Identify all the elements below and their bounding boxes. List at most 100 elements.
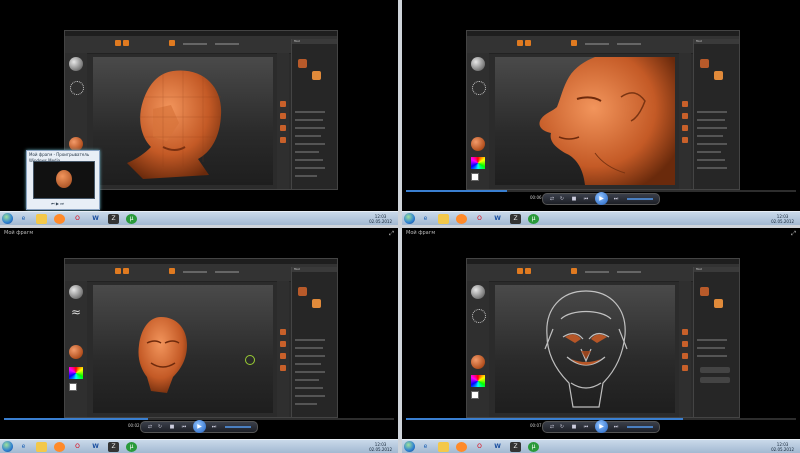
next-icon[interactable]: ⏭: [613, 196, 619, 202]
volume-slider[interactable]: [627, 198, 653, 200]
main-color-swatch[interactable]: [69, 383, 77, 391]
opera-icon[interactable]: O: [72, 442, 83, 452]
tool-thumbnail[interactable]: [312, 71, 321, 80]
fullscreen-icon[interactable]: ⤢: [791, 228, 796, 239]
volume-slider[interactable]: [627, 426, 653, 428]
start-button[interactable]: [404, 213, 415, 224]
volume-slider[interactable]: [225, 426, 251, 428]
edit-button[interactable]: [115, 40, 121, 46]
color-picker[interactable]: [69, 367, 83, 379]
subtool-menu[interactable]: [295, 111, 325, 113]
ie-icon[interactable]: e: [18, 442, 29, 452]
viewport-canvas[interactable]: [495, 57, 675, 185]
export-menu[interactable]: [295, 403, 317, 405]
ie-icon[interactable]: e: [420, 442, 431, 452]
scale-button[interactable]: [280, 101, 286, 107]
explorer-icon[interactable]: [36, 214, 47, 224]
display-properties-menu[interactable]: [697, 167, 727, 169]
material-sphere-icon[interactable]: [471, 355, 485, 369]
color-picker[interactable]: [471, 157, 485, 169]
word-icon[interactable]: W: [90, 214, 101, 224]
polyframe-button[interactable]: [682, 365, 688, 371]
taskbar-clock[interactable]: 12:03 02.05.2012: [771, 214, 794, 224]
stop-icon[interactable]: ■: [571, 424, 577, 430]
draw-size-slider[interactable]: [215, 271, 239, 273]
utorrent-icon[interactable]: µ: [126, 442, 137, 452]
taskbar-clock[interactable]: 12:03 02.05.2012: [369, 214, 392, 224]
draw-size-slider[interactable]: [617, 43, 641, 45]
explorer-icon[interactable]: [438, 442, 449, 452]
mrgb-button[interactable]: [169, 40, 175, 46]
focal-slider[interactable]: [183, 43, 207, 45]
ie-icon[interactable]: e: [420, 214, 431, 224]
zbrush-icon[interactable]: Z: [510, 442, 521, 452]
next-icon[interactable]: ⏭: [613, 424, 619, 430]
start-button[interactable]: [2, 213, 13, 224]
polygroups-menu[interactable]: [295, 159, 323, 161]
opera-icon[interactable]: O: [72, 214, 83, 224]
rotate-button[interactable]: [280, 353, 286, 359]
layers-menu[interactable]: [697, 119, 725, 121]
draw-button[interactable]: [123, 40, 129, 46]
zbrush-icon[interactable]: Z: [108, 214, 119, 224]
focal-slider[interactable]: [585, 43, 609, 45]
word-icon[interactable]: W: [90, 442, 101, 452]
draw-button[interactable]: [525, 268, 531, 274]
stroke-icon[interactable]: [70, 81, 84, 95]
zbrush-icon[interactable]: Z: [108, 442, 119, 452]
main-color-swatch[interactable]: [471, 173, 479, 181]
word-icon[interactable]: W: [492, 442, 503, 452]
move-button[interactable]: [682, 341, 688, 347]
tool-thumbnail[interactable]: [714, 71, 723, 80]
tool-thumbnail[interactable]: [298, 59, 307, 68]
polygroups-menu[interactable]: [295, 387, 323, 389]
polyframe-button[interactable]: [280, 137, 286, 143]
polygroups-menu[interactable]: [697, 159, 725, 161]
subtool-menu[interactable]: [697, 339, 727, 341]
ie-icon[interactable]: e: [18, 214, 29, 224]
previous-icon[interactable]: ⏮: [181, 424, 187, 430]
color-picker[interactable]: [471, 375, 485, 387]
taskbar-clock[interactable]: 12:03 02.05.2012: [771, 442, 794, 452]
word-icon[interactable]: W: [492, 214, 503, 224]
draw-button[interactable]: [525, 40, 531, 46]
previous-icon[interactable]: ⏮: [583, 196, 589, 202]
masking-menu[interactable]: [295, 143, 325, 145]
play-button[interactable]: ▶: [595, 192, 608, 205]
next-icon[interactable]: ⏭: [211, 424, 217, 430]
stroke-icon[interactable]: ≈: [71, 305, 81, 319]
visibility-menu[interactable]: [697, 151, 721, 153]
deformation-menu[interactable]: [295, 363, 321, 365]
main-color-swatch[interactable]: [471, 391, 479, 399]
masking-menu[interactable]: [295, 371, 325, 373]
stroke-icon[interactable]: [472, 309, 486, 323]
zbrush-icon[interactable]: Z: [510, 214, 521, 224]
layers-menu[interactable]: [295, 119, 323, 121]
scale-button[interactable]: [682, 329, 688, 335]
start-button[interactable]: [404, 441, 415, 452]
play-button[interactable]: ▶: [193, 420, 206, 433]
export-menu[interactable]: [295, 175, 317, 177]
mrgb-button[interactable]: [571, 268, 577, 274]
tool-thumbnail[interactable]: [700, 287, 709, 296]
media-player-icon[interactable]: [54, 442, 65, 452]
mrgb-button[interactable]: [169, 268, 175, 274]
stop-icon[interactable]: ■: [571, 196, 577, 202]
utorrent-icon[interactable]: µ: [528, 442, 539, 452]
tool-thumbnail[interactable]: [298, 287, 307, 296]
rotate-button[interactable]: [280, 125, 286, 131]
shuffle-icon[interactable]: ⇄: [549, 196, 555, 202]
start-button[interactable]: [2, 441, 13, 452]
media-player-icon[interactable]: [54, 214, 65, 224]
mrgb-button[interactable]: [571, 40, 577, 46]
subtool-menu[interactable]: [697, 111, 727, 113]
move-button[interactable]: [280, 341, 286, 347]
draw-button[interactable]: [123, 268, 129, 274]
media-player-icon[interactable]: [456, 214, 467, 224]
scale-button[interactable]: [280, 329, 286, 335]
deformation-menu[interactable]: [295, 135, 321, 137]
rotate-button[interactable]: [682, 353, 688, 359]
opera-icon[interactable]: O: [474, 214, 485, 224]
brush-sphere-icon[interactable]: [471, 285, 485, 299]
opera-icon[interactable]: O: [474, 442, 485, 452]
